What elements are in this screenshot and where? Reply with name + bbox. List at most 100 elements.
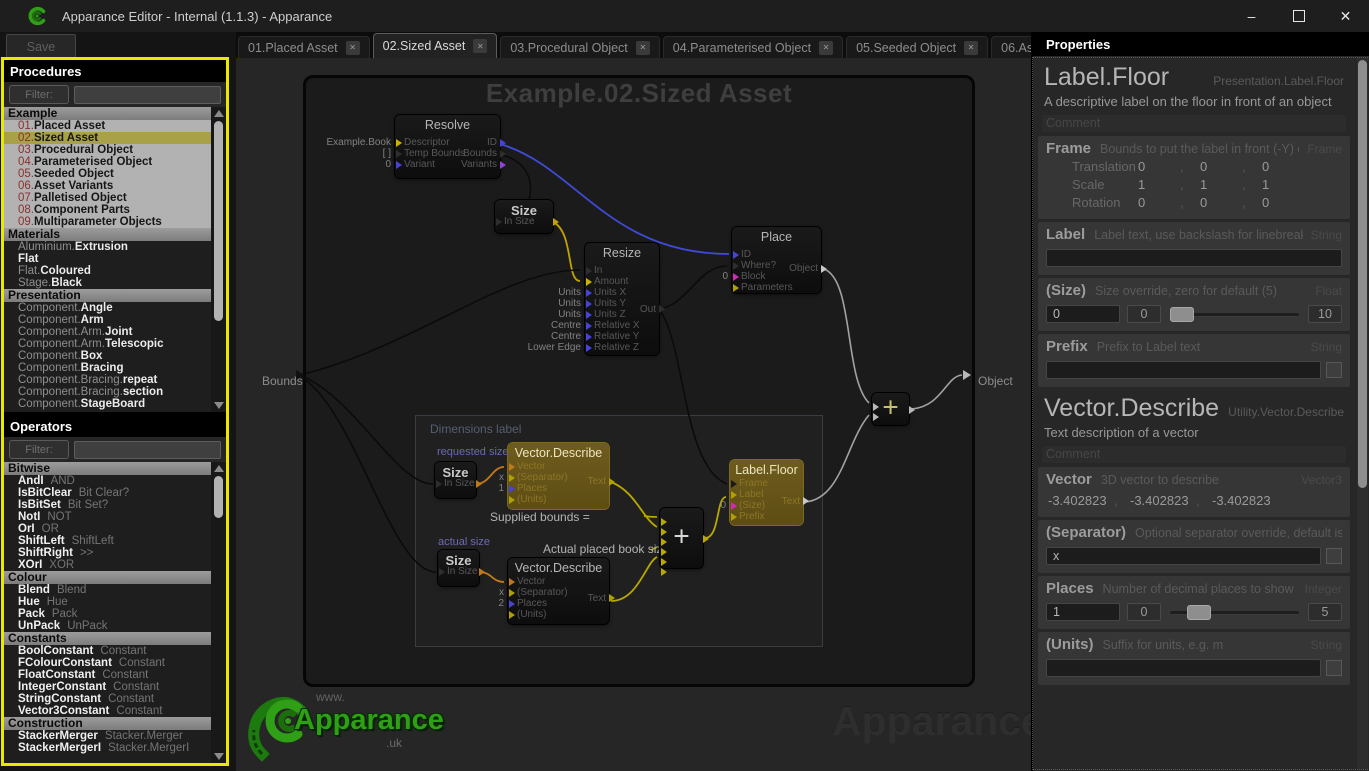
operator-item[interactable]: BoolConstantConstant xyxy=(4,645,211,657)
scroll-down-icon[interactable] xyxy=(214,402,224,409)
operator-item[interactable]: PackPack xyxy=(4,608,211,620)
value-input[interactable] xyxy=(1046,659,1321,677)
vector-value[interactable]: -3.402823 xyxy=(1048,493,1114,508)
operator-item[interactable]: StringConstantConstant xyxy=(4,693,211,705)
input-port[interactable]: (Size) xyxy=(730,500,765,511)
output-port[interactable] xyxy=(478,566,485,577)
scroll-up-icon[interactable] xyxy=(214,110,224,117)
operator-item[interactable]: ShiftRight>> xyxy=(4,547,211,559)
output-port[interactable] xyxy=(908,404,915,415)
frame-value[interactable]: 1 xyxy=(1200,177,1242,192)
save-button[interactable]: Save xyxy=(6,34,76,59)
node-plus-right[interactable]: + xyxy=(872,393,909,425)
input-port[interactable]: Descriptor xyxy=(395,137,450,148)
vector-value[interactable]: -3.402823 xyxy=(1212,493,1278,508)
procedure-item[interactable]: Component.Arm.Telescopic xyxy=(4,338,211,350)
value-input[interactable] xyxy=(1046,249,1342,267)
operator-group-header[interactable]: Colour xyxy=(4,571,211,584)
slider-thumb[interactable] xyxy=(1187,605,1211,620)
procedure-item[interactable]: 02.Sized Asset xyxy=(4,132,211,144)
operator-item[interactable]: IsBitClearBit Clear? xyxy=(4,487,211,499)
operator-item[interactable]: FColourConstantConstant xyxy=(4,657,211,669)
max-box[interactable]: 5 xyxy=(1308,603,1342,621)
operator-group-header[interactable]: Constants xyxy=(4,632,211,645)
procedure-item[interactable]: Flat xyxy=(4,253,211,265)
node-labelfloor[interactable]: Label.FloorFrameLabel(Size)0PrefixText xyxy=(730,460,803,525)
output-port[interactable]: Out xyxy=(640,304,665,315)
node-vd2[interactable]: Vector.DescribeVector(Separator)xPlaces2… xyxy=(508,558,609,624)
operator-item[interactable]: StackerMergerStacker.Merger xyxy=(4,730,211,742)
expand-button[interactable] xyxy=(1326,548,1342,564)
max-box[interactable]: 10 xyxy=(1308,305,1342,323)
procedure-group-header[interactable]: Materials xyxy=(4,228,211,241)
procedure-item[interactable]: 08.Component Parts xyxy=(4,204,211,216)
slider-thumb[interactable] xyxy=(1170,307,1194,322)
output-port[interactable]: Object xyxy=(789,263,827,274)
input-port[interactable]: Vector xyxy=(508,461,545,472)
input-port[interactable]: Vector xyxy=(508,576,545,587)
scroll-down-icon[interactable] xyxy=(214,753,224,760)
procedure-item[interactable]: Component.Box xyxy=(4,350,211,362)
procedure-group-header[interactable]: Example xyxy=(4,107,211,120)
input-port[interactable]: ID xyxy=(732,249,751,260)
tab-02-sized-asset[interactable]: 02.Sized Asset✕ xyxy=(373,33,498,58)
tab-close-icon[interactable]: ✕ xyxy=(964,41,978,55)
input-port[interactable]: Relative Y xyxy=(585,331,639,342)
operator-item[interactable]: ShiftLeftShiftLeft xyxy=(4,535,211,547)
input-port[interactable]: Temp Bounds xyxy=(395,148,465,159)
frame-value[interactable]: 0 xyxy=(1262,159,1304,174)
tab-close-icon[interactable]: ✕ xyxy=(346,41,360,55)
node-resize[interactable]: ResizeInAmountUnits XUnitsUnits YUnitsUn… xyxy=(585,243,659,355)
input-port[interactable]: (Separator) xyxy=(508,587,568,598)
input-port[interactable]: (Units) xyxy=(508,609,546,620)
output-port[interactable]: Variants xyxy=(461,159,506,170)
procedure-item[interactable]: 07.Palletised Object xyxy=(4,192,211,204)
slider-track[interactable] xyxy=(1168,306,1301,323)
tab-close-icon[interactable]: ✕ xyxy=(473,39,487,53)
expand-button[interactable] xyxy=(1326,660,1342,676)
scroll-thumb[interactable] xyxy=(214,476,223,518)
output-port[interactable]: Text xyxy=(588,476,615,487)
input-port[interactable]: (Separator) xyxy=(508,472,568,483)
input-port[interactable]: Frame xyxy=(730,478,768,489)
frame-value[interactable]: 0 xyxy=(1200,159,1242,174)
minimize-button[interactable]: – xyxy=(1228,0,1275,32)
window-titlebar[interactable]: Apparance Editor - Internal (1.1.3) - Ap… xyxy=(0,0,1369,32)
operator-item[interactable]: AndIAND xyxy=(4,475,211,487)
scroll-thumb[interactable] xyxy=(1358,60,1367,488)
operator-item[interactable]: BlendBlend xyxy=(4,584,211,596)
procedure-item[interactable]: 06.Asset Variants xyxy=(4,180,211,192)
input-port[interactable]: In Size xyxy=(495,216,535,227)
operators-list[interactable]: BitwiseAndIANDIsBitClearBit Clear?IsBitS… xyxy=(4,462,226,763)
node-vd1[interactable]: Vector.DescribeVector(Separator)xPlaces1… xyxy=(508,443,609,509)
input-port[interactable]: Block xyxy=(732,271,765,282)
node-size0[interactable]: SizeIn Size xyxy=(495,200,553,233)
expand-button[interactable] xyxy=(1326,362,1342,378)
procedure-item[interactable]: Component.Bracing.repeat xyxy=(4,374,211,386)
value-input[interactable]: 0 xyxy=(1046,305,1120,323)
tab-01-placed-asset[interactable]: 01.Placed Asset✕ xyxy=(238,36,370,58)
operator-item[interactable]: IsBitSetBit Set? xyxy=(4,499,211,511)
procedure-item[interactable]: Component.StageBoard xyxy=(4,398,211,410)
input-port[interactable]: In Size xyxy=(438,566,478,577)
tab-05-seeded-object[interactable]: 05.Seeded Object✕ xyxy=(846,36,988,58)
output-port[interactable]: Bounds xyxy=(463,148,506,159)
input-port[interactable]: Where? xyxy=(732,260,776,271)
input-port[interactable]: Label xyxy=(730,489,763,500)
procedure-item[interactable]: 01.Placed Asset xyxy=(4,120,211,132)
vector-value[interactable]: -3.402823 xyxy=(1130,493,1196,508)
procedures-list[interactable]: Example01.Placed Asset02.Sized Asset03.P… xyxy=(4,107,226,412)
tab-close-icon[interactable]: ✕ xyxy=(636,41,650,55)
procedure-item[interactable]: Component.Angle xyxy=(4,302,211,314)
scroll-up-icon[interactable] xyxy=(214,465,224,472)
comment-field[interactable]: Comment xyxy=(1042,446,1346,463)
frame-value[interactable]: 1 xyxy=(1138,177,1180,192)
tab-03-procedural-object[interactable]: 03.Procedural Object✕ xyxy=(500,36,659,58)
input-port[interactable]: Units Y xyxy=(585,298,626,309)
input-port[interactable]: Relative X xyxy=(585,320,640,331)
min-box[interactable]: 0 xyxy=(1127,603,1161,621)
close-button[interactable]: ✕ xyxy=(1322,0,1369,32)
operator-group-header[interactable]: Bitwise xyxy=(4,462,211,475)
operator-group-header[interactable]: Construction xyxy=(4,717,211,730)
operator-item[interactable]: StackerMergerIStacker.MergerI xyxy=(4,742,211,754)
